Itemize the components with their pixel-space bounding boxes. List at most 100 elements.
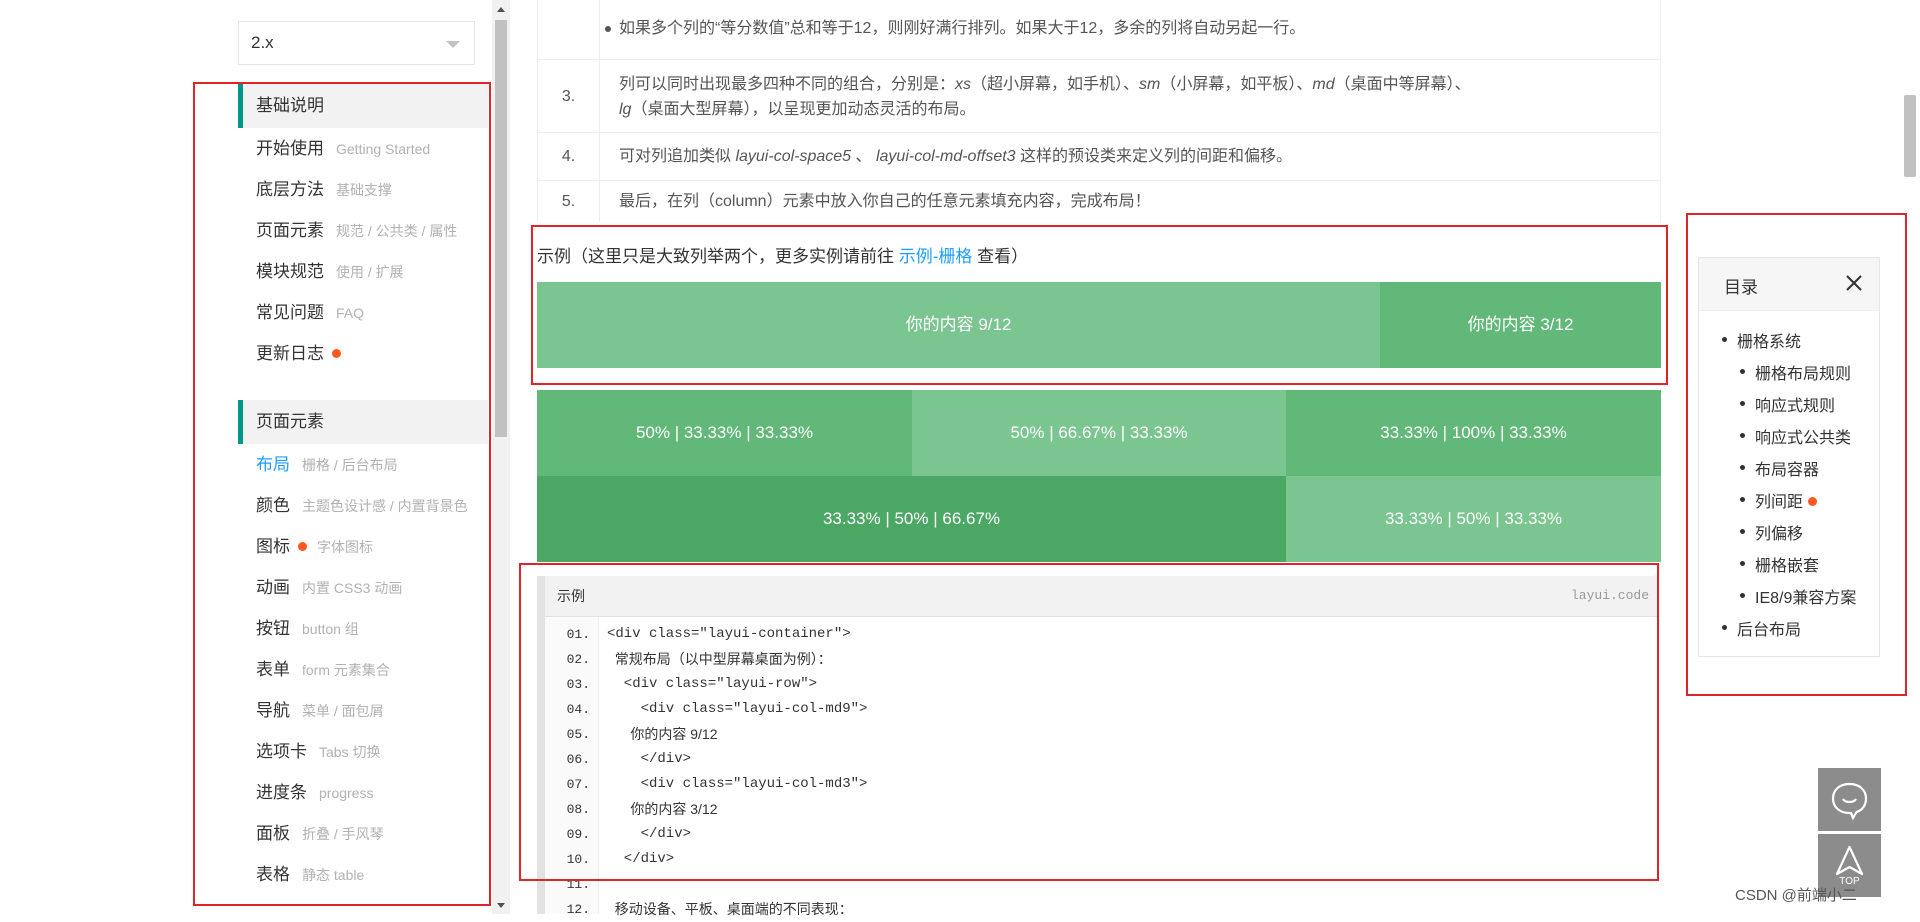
nav-item-panel[interactable]: 面板 折叠 / 手风琴 bbox=[238, 813, 488, 854]
chat-button[interactable] bbox=[1818, 768, 1881, 831]
toc-item[interactable]: 响应式规则 bbox=[1739, 392, 1835, 416]
toc-item[interactable]: 栅格布局规则 bbox=[1739, 360, 1851, 384]
code-line: 12. 移动设备、平板、桌面端的不同表现： bbox=[545, 897, 1645, 922]
toc-item[interactable]: 后台布局 bbox=[1721, 616, 1801, 640]
grid-cell: 33.33% | 50% | 66.67% bbox=[537, 476, 1286, 562]
nav-item-button[interactable]: 按钮 button 组 bbox=[238, 608, 488, 649]
code-text: <div class="layui-col-md3"> bbox=[607, 776, 868, 792]
toc-item[interactable]: IE8/9兼容方案 bbox=[1739, 584, 1856, 608]
version-select[interactable]: 2.x bbox=[238, 21, 475, 65]
list-row-2: 如果多个列的“等分数值”总和等于12，则刚好满行排列。如果大于12，多余的列将自… bbox=[538, 0, 1660, 60]
code-line: 08. 你的内容 3/12 bbox=[545, 797, 1645, 822]
line-number: 07. bbox=[566, 777, 590, 792]
text-italic: layui-col-md-offset3 bbox=[875, 148, 1016, 165]
toc-item[interactable]: 响应式公共类 bbox=[1739, 424, 1851, 448]
text-italic: md bbox=[1312, 76, 1335, 93]
nav-item-module-spec[interactable]: 模块规范 使用 / 扩展 bbox=[238, 251, 488, 292]
code-line: 09. </div> bbox=[545, 822, 1645, 847]
sidebar-scrollbar-thumb[interactable] bbox=[495, 20, 507, 437]
nav-item-getting-started[interactable]: 开始使用 Getting Started bbox=[238, 128, 488, 169]
nav-item-sub: Getting Started bbox=[336, 141, 431, 157]
grid-cell: 你的内容 3/12 bbox=[1380, 282, 1661, 368]
nav-item-form[interactable]: 表单 form 元素集合 bbox=[238, 649, 488, 690]
line-number: 01. bbox=[566, 627, 590, 642]
nav-item-progress[interactable]: 进度条 progress bbox=[238, 772, 488, 813]
text-fragment: （小屏幕，如平板）、 bbox=[1160, 76, 1313, 93]
text-italic: layui-col-space5 bbox=[735, 148, 852, 165]
nav-item-sub: 菜单 / 面包屑 bbox=[302, 703, 384, 719]
grid-cell: 50% | 66.67% | 33.33% bbox=[912, 390, 1286, 476]
nav-item-layout[interactable]: 布局 栅格 / 后台布局 bbox=[238, 444, 488, 485]
grid-cell: 50% | 33.33% | 33.33% bbox=[537, 390, 912, 476]
nav-header-basics: 基础说明 bbox=[238, 84, 488, 128]
nav-item-sub: 规范 / 公共类 / 属性 bbox=[336, 223, 458, 239]
text-fragment: （超小屏幕，如手机）、 bbox=[971, 76, 1140, 93]
nav-item-animation[interactable]: 动画 内置 CSS3 动画 bbox=[238, 567, 488, 608]
toc-item[interactable]: 栅格系统 bbox=[1721, 328, 1801, 352]
code-line: 04. <div class="layui-col-md9"> bbox=[545, 697, 1645, 722]
nav-item-label: 颜色 bbox=[256, 496, 290, 515]
nav-item-label: 图标 bbox=[256, 537, 290, 556]
code-line: 05. 你的内容 9/12 bbox=[545, 722, 1645, 747]
code-text: <div class="layui-container"> bbox=[607, 626, 851, 642]
page-scrollbar[interactable] bbox=[1900, 0, 1920, 914]
line-number: 03. bbox=[566, 677, 590, 692]
nav-item-page-elements[interactable]: 页面元素 规范 / 公共类 / 属性 bbox=[238, 210, 488, 251]
line-number: 09. bbox=[566, 827, 590, 842]
nav-item-table[interactable]: 表格 静态 table bbox=[238, 854, 488, 895]
nav-item-label: 导航 bbox=[256, 701, 290, 720]
toc-title: 目录 bbox=[1724, 278, 1758, 297]
text-fragment: （桌面大型屏幕），以呈现更加动态灵活的布局。 bbox=[631, 101, 976, 118]
text-fragment: 、 bbox=[851, 148, 876, 165]
scroll-up-arrow-icon[interactable] bbox=[497, 7, 505, 12]
nav-item-base-methods[interactable]: 底层方法 基础支撑 bbox=[238, 169, 488, 210]
toc-item-with-badge[interactable]: 列间距 bbox=[1739, 488, 1818, 512]
toc-item-label: 列间距 bbox=[1755, 494, 1804, 511]
list-row-num: 4. bbox=[538, 133, 600, 180]
text-italic: xs bbox=[955, 76, 972, 93]
nav-item-label: 页面元素 bbox=[256, 221, 324, 240]
code-body: 01. <div class="layui-container"> 02. 常规布… bbox=[545, 617, 1659, 917]
nav-group-page-elements: 页面元素 布局 栅格 / 后台布局 颜色 主题色设计感 / 内置背景色 图标 字体图标… bbox=[238, 400, 488, 895]
code-text: 常规布局（以中型屏幕桌面为例）： bbox=[607, 651, 832, 667]
text-fragment: （桌面中等屏幕）、 bbox=[1334, 76, 1471, 93]
code-line: 02. 常规布局（以中型屏幕桌面为例）： bbox=[545, 647, 1645, 672]
list-row-num: 5. bbox=[538, 181, 600, 222]
page-scrollbar-thumb[interactable] bbox=[1904, 95, 1916, 177]
code-example-block: 示例 layui.code 01. <div class="layui-conta… bbox=[537, 576, 1659, 917]
nav-item-label: 选项卡 bbox=[256, 742, 307, 761]
toc-item[interactable]: 布局容器 bbox=[1739, 456, 1819, 480]
code-line: 06. </div> bbox=[545, 747, 1645, 772]
version-value: 2.x bbox=[251, 33, 274, 52]
nav-item-sub: 内置 CSS3 动画 bbox=[302, 580, 403, 596]
list-row-num: 3. bbox=[538, 60, 600, 132]
nav-item-sub: 折叠 / 手风琴 bbox=[302, 826, 384, 842]
code-text: </div> bbox=[607, 826, 692, 842]
nav-item-color[interactable]: 颜色 主题色设计感 / 内置背景色 bbox=[238, 485, 488, 526]
grid-cell: 你的内容 9/12 bbox=[537, 282, 1380, 368]
nav-item-label: 表单 bbox=[256, 660, 290, 679]
code-text: <div class="layui-col-md9"> bbox=[607, 701, 868, 717]
grid-demo-row-2: 50% | 33.33% | 33.33% 50% | 66.67% | 33.… bbox=[537, 390, 1661, 476]
nav-item-nav[interactable]: 导航 菜单 / 面包屑 bbox=[238, 690, 488, 731]
grid-cell: 33.33% | 50% | 33.33% bbox=[1286, 476, 1661, 562]
example-suffix: 查看） bbox=[972, 247, 1029, 266]
nav-item-sub: 主题色设计感 / 内置背景色 bbox=[302, 498, 468, 514]
nav-item-tabs[interactable]: 选项卡 Tabs 切换 bbox=[238, 731, 488, 772]
nav-item-sub: FAQ bbox=[336, 305, 365, 321]
grid-demo-row-1: 你的内容 9/12 你的内容 3/12 bbox=[537, 282, 1661, 368]
nav-item-icon[interactable]: 图标 字体图标 bbox=[238, 526, 488, 567]
nav-item-sub: Tabs 切换 bbox=[319, 744, 381, 760]
sidebar-scrollbar[interactable] bbox=[492, 0, 510, 914]
scroll-down-arrow-icon[interactable] bbox=[497, 903, 505, 908]
nav-item-changelog[interactable]: 更新日志 bbox=[238, 333, 488, 374]
line-number: 02. bbox=[566, 652, 590, 667]
code-line: 01. <div class="layui-container"> bbox=[545, 622, 1645, 647]
nav-item-label: 更新日志 bbox=[256, 344, 324, 363]
nav-item-faq[interactable]: 常见问题 FAQ bbox=[238, 292, 488, 333]
toc-item[interactable]: 列偏移 bbox=[1739, 520, 1803, 544]
nav-item-label: 开始使用 bbox=[256, 139, 324, 158]
close-icon[interactable] bbox=[1843, 272, 1865, 294]
example-link[interactable]: 示例-栅格 bbox=[899, 247, 973, 266]
toc-item[interactable]: 栅格嵌套 bbox=[1739, 552, 1819, 576]
